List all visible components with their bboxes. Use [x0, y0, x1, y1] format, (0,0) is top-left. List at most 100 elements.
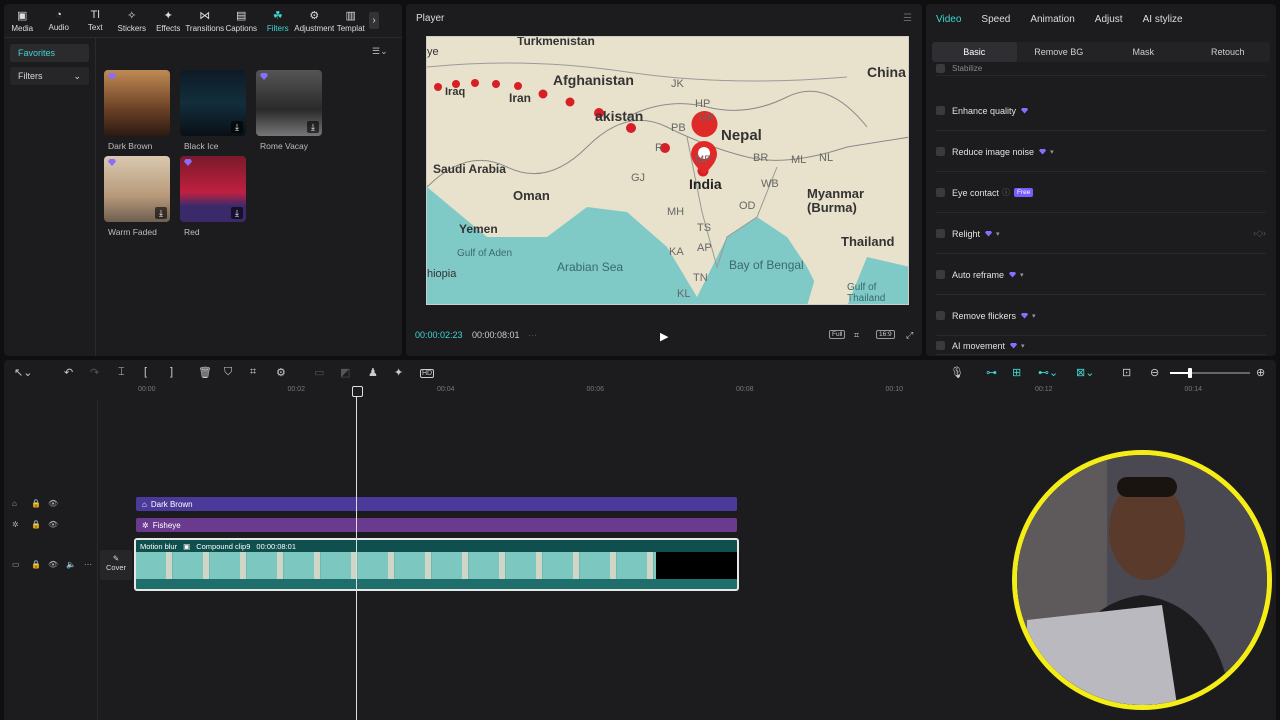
hd-icon[interactable]: HD	[420, 369, 435, 378]
toolbar-templat[interactable]: ▥ Templat	[333, 4, 370, 37]
eye-icon[interactable]: 👁	[48, 520, 58, 529]
lock-icon[interactable]: 🔒	[31, 560, 41, 569]
filter-card[interactable]: ⤓ Warm Faded	[104, 156, 170, 237]
property-row[interactable]: Eye contact ⓘ Free	[936, 173, 1266, 213]
download-icon[interactable]: ⤓	[231, 121, 243, 133]
magnet-icon[interactable]: ⊞	[1012, 366, 1021, 379]
tab-speed[interactable]: Speed	[981, 14, 1010, 25]
toolbar-effects[interactable]: ✦ Effects	[150, 4, 187, 37]
filter-card[interactable]: ⤓ Black Ice	[180, 70, 246, 151]
zoom-in-icon[interactable]: ⊕	[1256, 366, 1265, 379]
split-icon[interactable]: ⌶	[118, 366, 125, 379]
fit-icon[interactable]: ⊡	[1122, 366, 1131, 379]
property-row[interactable]: Relight ▾ ‹◇›	[936, 214, 1266, 254]
stabilize-checkbox[interactable]	[936, 64, 945, 73]
property-row[interactable]: Remove flickers ▾	[936, 296, 1266, 336]
toolbar-captions[interactable]: ▤ Captions	[223, 4, 260, 37]
time-ruler[interactable]: 00:00 00:02 00:04 00:06 00:08 00:10 00:12 00:14	[134, 384, 1276, 398]
download-icon[interactable]: ⤓	[307, 121, 319, 133]
eye-icon[interactable]: 👁	[48, 499, 58, 508]
trim-right-icon[interactable]: ]	[170, 366, 173, 378]
video-preview[interactable]: Turkmenistan China Iraq Iran Afghanistan akis…	[426, 36, 909, 305]
trim-left-icon[interactable]: [	[144, 366, 147, 378]
eye-icon[interactable]: 👁	[48, 560, 58, 569]
snap-icon[interactable]: ⊷⌄	[1038, 366, 1058, 379]
freeze-icon[interactable]: ▭	[314, 366, 324, 379]
property-checkbox[interactable]	[936, 147, 945, 156]
toolbar-filters[interactable]: ☘ Filters	[260, 4, 297, 37]
microphone-icon[interactable]: 🎙	[950, 366, 964, 379]
property-checkbox[interactable]	[936, 106, 945, 115]
more-icon[interactable]: ⋯	[84, 560, 92, 569]
toolbar-transitions[interactable]: ⋈ Transitions	[185, 4, 224, 37]
tab-animation[interactable]: Animation	[1030, 14, 1074, 25]
magic-icon[interactable]: ✦	[394, 366, 403, 379]
toolbar-more-icon[interactable]: ›	[369, 12, 379, 29]
filter-card[interactable]: ⤓ Rome Vacay	[256, 70, 322, 151]
preview-axis-icon[interactable]: ⊠⌄	[1076, 366, 1094, 379]
person-icon[interactable]: ♟	[368, 366, 378, 379]
chevron-down-icon[interactable]: ▾	[1032, 312, 1036, 320]
property-row[interactable]: Enhance quality	[936, 91, 1266, 131]
lock-icon[interactable]: 🔒	[31, 499, 41, 508]
download-icon[interactable]: ⤓	[155, 207, 167, 219]
quality-button[interactable]: Full	[829, 330, 846, 339]
ratio-button[interactable]: 16:9	[876, 330, 895, 339]
subtab-basic[interactable]: Basic	[932, 42, 1017, 62]
property-checkbox[interactable]	[936, 229, 945, 238]
fullscreen-icon[interactable]: ⤢	[906, 330, 913, 341]
undo-icon[interactable]: ↶	[64, 366, 73, 379]
cover-button[interactable]: ✎ Cover	[100, 550, 132, 580]
video-clip[interactable]: Motion blur ▣ Compound clip9 00:00:08:01	[134, 538, 739, 591]
playhead[interactable]	[352, 386, 363, 720]
mirror-icon[interactable]: ◩	[340, 366, 350, 379]
filter-track-clip[interactable]: ⌂ Dark Brown	[136, 497, 737, 511]
crop-icon[interactable]: ⌗	[250, 366, 256, 379]
property-row[interactable]: Reduce image noise ▾	[936, 132, 1266, 172]
property-checkbox[interactable]	[936, 270, 945, 279]
delete-icon[interactable]: 🗑	[198, 366, 212, 379]
filter-card[interactable]: ⤓ Red	[180, 156, 246, 237]
link-icon[interactable]: ⊶	[986, 366, 997, 379]
tab-video[interactable]: Video	[936, 14, 961, 25]
tab-ai-stylize[interactable]: AI stylize	[1143, 14, 1183, 25]
nav-filters[interactable]: Filters ⌄	[10, 67, 89, 85]
zoom-slider[interactable]	[1170, 368, 1250, 378]
subtab-remove-bg[interactable]: Remove BG	[1017, 42, 1102, 62]
chevron-down-icon[interactable]: ▾	[1021, 342, 1025, 350]
redo-icon[interactable]: ↷	[90, 366, 99, 379]
property-checkbox[interactable]	[936, 311, 945, 320]
screenshot-icon[interactable]: ⌗	[854, 330, 859, 341]
chevron-down-icon[interactable]: ▾	[1050, 148, 1054, 156]
filter-card[interactable]: Dark Brown	[104, 70, 170, 151]
menu-icon[interactable]: ☰	[903, 13, 912, 24]
info-icon[interactable]: ⓘ	[1002, 187, 1010, 198]
toolbar-audio[interactable]: ◔ Audio	[41, 4, 78, 37]
property-row[interactable]: Auto reframe ▾	[936, 255, 1266, 295]
speaker-icon[interactable]: 🔈	[66, 560, 76, 569]
play-button[interactable]: ▶	[660, 330, 668, 343]
property-checkbox[interactable]	[936, 188, 945, 197]
toolbar-adjustment[interactable]: ⚙ Adjustment	[294, 4, 334, 37]
toolbar-text[interactable]: Tl Text	[77, 4, 114, 37]
nav-favorites[interactable]: Favorites	[10, 44, 89, 62]
effect-track-clip[interactable]: ✲ Fisheye	[136, 518, 737, 532]
sort-icon[interactable]: ☰⌄	[372, 46, 388, 57]
zoom-out-icon[interactable]: ⊖	[1150, 366, 1159, 379]
subtab-retouch[interactable]: Retouch	[1186, 42, 1271, 62]
chevron-down-icon[interactable]: ▾	[1020, 271, 1024, 279]
property-checkbox[interactable]	[936, 341, 945, 350]
download-icon[interactable]: ⤓	[231, 207, 243, 219]
toolbar-media[interactable]: ▣ Media	[4, 4, 41, 37]
stabilize-row[interactable]: Stabilize	[936, 62, 1266, 76]
keyframe-icon[interactable]: ‹◇›	[1253, 228, 1266, 239]
chevron-down-icon[interactable]: ▾	[996, 230, 1000, 238]
speed-icon[interactable]: ⚙	[276, 366, 286, 379]
lock-icon[interactable]: 🔒	[31, 520, 41, 529]
subtab-mask[interactable]: Mask	[1101, 42, 1186, 62]
toolbar-stickers[interactable]: ✧ Stickers	[114, 4, 151, 37]
marker-icon[interactable]: ⛉	[224, 366, 232, 379]
tab-adjust[interactable]: Adjust	[1095, 14, 1123, 25]
select-tool-icon[interactable]: ↖⌄	[14, 366, 32, 379]
property-row[interactable]: AI movement ▾	[936, 337, 1266, 355]
